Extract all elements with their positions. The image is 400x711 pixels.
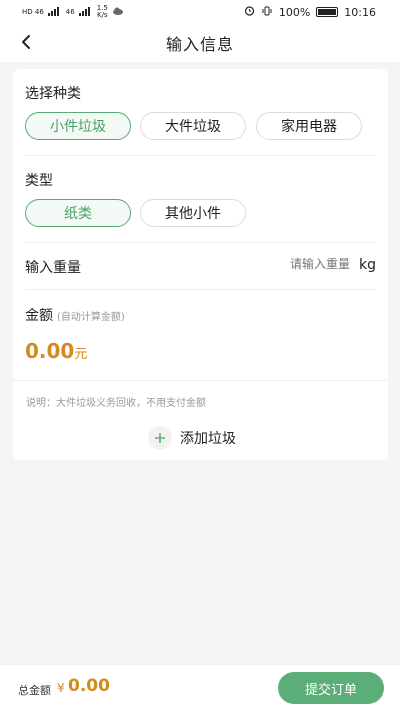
vibrate-icon xyxy=(261,6,273,19)
divider xyxy=(25,155,376,156)
signal-icon-2 xyxy=(78,6,93,18)
status-bar: HD 46 46 1.5 K/s 100% 10:16 xyxy=(0,0,400,24)
signal-icon xyxy=(47,6,62,18)
total-value: 0.00 xyxy=(68,676,110,696)
currency-symbol: ¥ xyxy=(57,681,65,695)
status-time: 10:16 xyxy=(344,5,376,19)
divider xyxy=(25,242,376,243)
weight-unit: kg xyxy=(359,257,376,273)
amount-hint: (自动计算金额) xyxy=(57,312,125,323)
type-chip-other[interactable]: 其他小件 xyxy=(140,199,246,227)
network-indicator-1: HD 46 xyxy=(22,8,44,16)
weight-label: 输入重量 xyxy=(25,260,81,276)
battery-icon xyxy=(316,7,339,17)
alarm-icon xyxy=(244,5,255,19)
category-chip-large[interactable]: 大件垃圾 xyxy=(140,112,246,140)
note-text: 说明：大件垃圾义务回收，不用支付金额 xyxy=(26,398,206,409)
back-button[interactable] xyxy=(14,30,38,54)
divider xyxy=(13,380,388,381)
add-garbage-button[interactable]: 添加垃圾 xyxy=(148,426,236,450)
status-left: HD 46 46 1.5 K/s xyxy=(22,5,124,19)
category-chip-appliance[interactable]: 家用电器 xyxy=(256,112,362,140)
weight-input[interactable] xyxy=(250,257,350,271)
add-garbage-label: 添加垃圾 xyxy=(180,431,236,447)
cloud-icon xyxy=(112,7,124,17)
category-chip-small[interactable]: 小件垃圾 xyxy=(25,112,131,140)
network-indicator-2: 46 xyxy=(65,8,75,16)
amount-row: 金额 (自动计算金额) xyxy=(25,305,125,325)
divider xyxy=(25,289,376,290)
submit-order-button[interactable]: 提交订单 xyxy=(278,672,384,704)
network-speed: 1.5 K/s xyxy=(97,5,108,19)
amount-display: 0.00元 xyxy=(25,339,87,363)
info-card: 选择种类 小件垃圾 大件垃圾 家用电器 类型 纸类 其他小件 输入重量 kg 金… xyxy=(13,69,388,460)
category-label: 选择种类 xyxy=(25,86,81,102)
status-right: 100% 10:16 xyxy=(244,5,376,19)
nav-bar: 输入信息 xyxy=(0,24,400,62)
type-chip-paper[interactable]: 纸类 xyxy=(25,199,131,227)
type-label: 类型 xyxy=(25,173,53,189)
plus-icon xyxy=(148,426,172,450)
bottom-bar: 总金额 ¥ 0.00 提交订单 xyxy=(0,664,400,711)
page-title: 输入信息 xyxy=(165,35,234,54)
speed-unit: K/s xyxy=(96,11,108,19)
amount-unit: 元 xyxy=(74,347,88,362)
chevron-left-icon xyxy=(22,35,30,49)
battery-percent: 100% xyxy=(278,5,311,19)
amount-label: 金额 xyxy=(25,308,53,324)
amount-value: 0.00 xyxy=(25,339,75,363)
total-label: 总金额 xyxy=(18,684,51,697)
